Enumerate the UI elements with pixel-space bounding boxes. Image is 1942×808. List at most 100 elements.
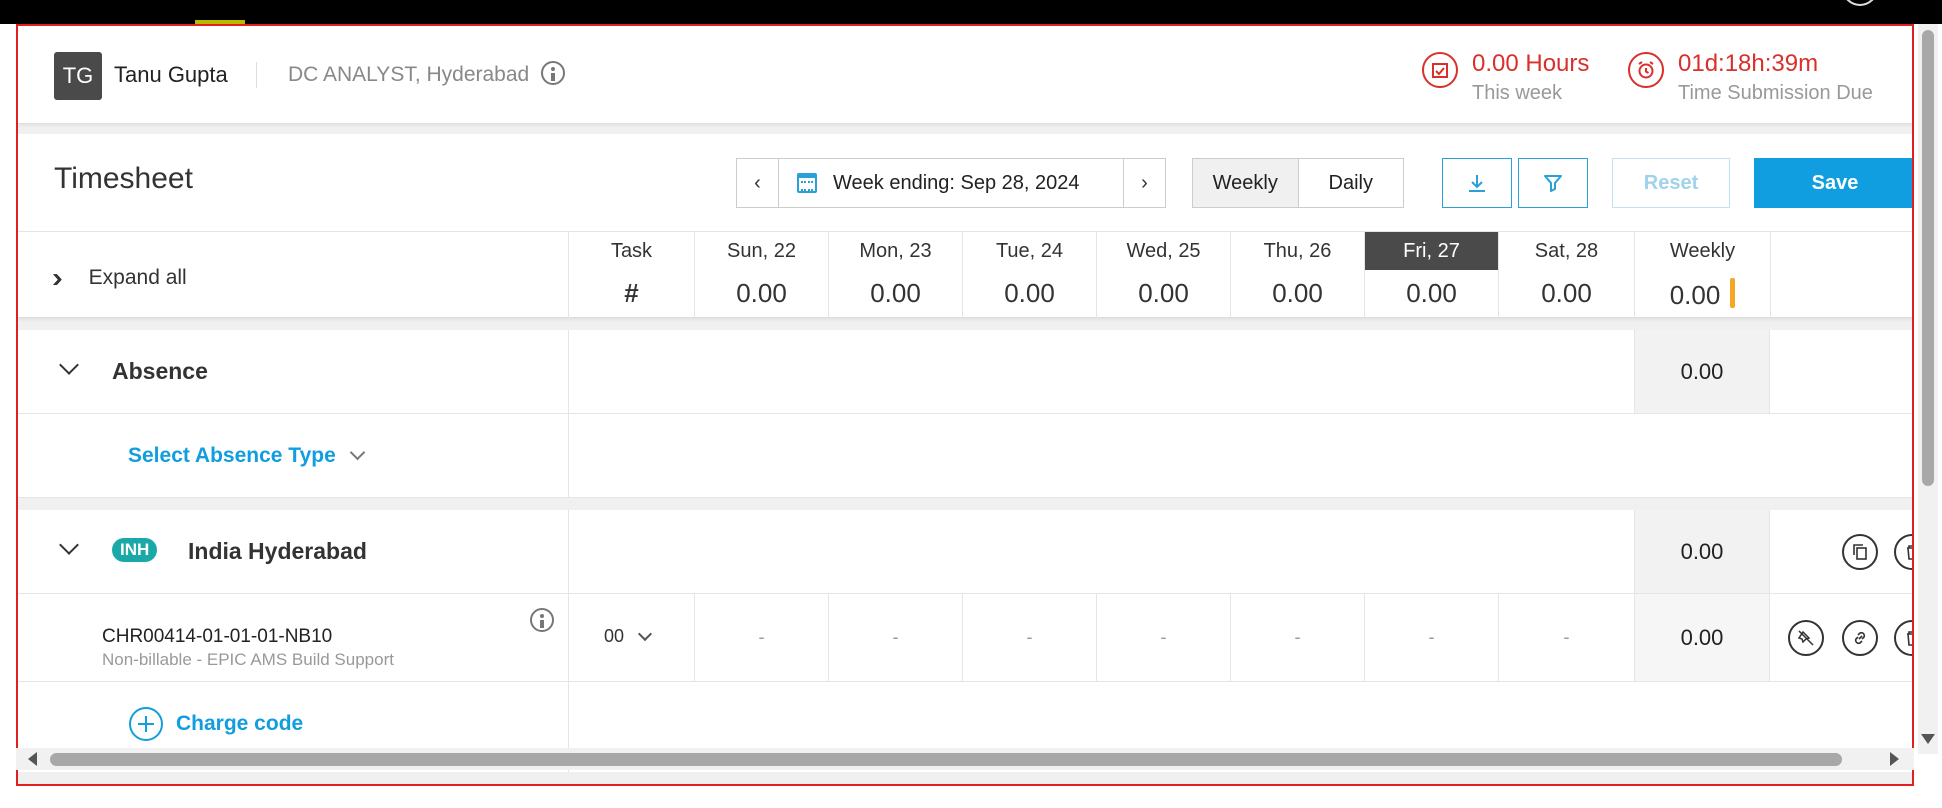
add-charge-code-button[interactable]: Charge code (128, 706, 303, 742)
horizontal-scroll-thumb[interactable] (50, 753, 1842, 766)
column-label: Mon, 23 (859, 240, 932, 262)
select-absence-type-dropdown[interactable]: Select Absence Type (128, 444, 366, 468)
column-label: Sat, 28 (1534, 240, 1599, 262)
column-total: 0.00 (1406, 278, 1457, 308)
day-hours-input[interactable]: - (828, 594, 962, 681)
copy-icon (1853, 544, 1867, 560)
timesheet-toolbar: Timesheet ‹ Week ending: Sep 28, 2024 › … (18, 134, 1912, 232)
save-button[interactable]: Save (1754, 158, 1912, 208)
week-navigator: ‹ Week ending: Sep 28, 2024 › (736, 158, 1166, 208)
column-total: 0.00 (1138, 278, 1189, 308)
day-column-header[interactable]: Mon, 23 0.00 (828, 232, 962, 318)
day-hours-input[interactable]: - (1230, 594, 1364, 681)
select-absence-type-label: Select Absence Type (128, 444, 336, 467)
chevron-down-icon[interactable] (59, 535, 79, 555)
day-hours-input[interactable]: - (1364, 594, 1498, 681)
divider (568, 330, 569, 413)
project-section-header[interactable]: INH India Hyderabad 0.00 (18, 510, 1912, 594)
weekly-view-button[interactable]: Weekly (1193, 159, 1299, 207)
info-icon[interactable] (530, 608, 554, 632)
column-label: Tue, 24 (995, 240, 1064, 262)
column-total: 0.00 (1004, 278, 1055, 308)
profile-menu-icon[interactable] (1842, 0, 1878, 6)
timesheet-page: TG Tanu Gupta DC ANALYST, Hyderabad 0.00… (16, 24, 1914, 786)
chevron-down-icon (637, 626, 653, 641)
project-title: India Hyderabad (188, 538, 367, 564)
unpin-button[interactable] (1788, 620, 1824, 656)
user-name: Tanu Gupta (114, 62, 228, 87)
column-total: 0.00 (870, 278, 921, 308)
column-header-row: ›› Expand all Task # Sun, 22 0.00 Mon, 2… (18, 232, 1912, 318)
absence-title: Absence (112, 358, 208, 384)
column-total: 0.00 (1541, 278, 1592, 308)
due-label: Time Submission Due (1678, 82, 1873, 104)
day-hours-input[interactable]: - (962, 594, 1096, 681)
download-button[interactable] (1442, 158, 1512, 208)
link-button[interactable] (1842, 620, 1878, 656)
trash-icon (1907, 631, 1912, 646)
chevron-down-icon[interactable] (59, 355, 79, 375)
day-column-header[interactable]: Tue, 24 0.00 (962, 232, 1096, 318)
expand-all-label: Expand all (88, 266, 187, 289)
hours-label: This week (1472, 82, 1563, 104)
expand-all-button[interactable]: ›› Expand all (52, 262, 187, 294)
reset-button[interactable]: Reset (1612, 158, 1730, 208)
day-column-header[interactable]: Sat, 28 0.00 (1498, 232, 1634, 318)
task-select-value: 00 (604, 626, 625, 646)
scroll-right-arrow[interactable] (1890, 752, 1899, 766)
copy-button[interactable] (1842, 534, 1878, 570)
task-row: CHR00414-01-01-01-NB10 Non-billable - EP… (18, 594, 1912, 682)
vertical-scroll-thumb[interactable] (1922, 30, 1934, 486)
weekly-column-header: Weekly 0.00 (1634, 232, 1770, 318)
previous-week-button[interactable]: ‹ (737, 159, 779, 207)
day-column-header[interactable]: Wed, 25 0.00 (1096, 232, 1230, 318)
scroll-left-arrow[interactable] (28, 752, 37, 766)
day-hours-input[interactable]: - (1498, 594, 1634, 681)
charge-code: CHR00414-01-01-01-NB10 (102, 626, 333, 647)
delete-button[interactable] (1894, 534, 1912, 570)
calendar-check-icon (1422, 52, 1458, 88)
chevron-left-icon: ‹ (754, 171, 761, 194)
week-ending-label: Week ending: Sep 28, 2024 (833, 171, 1080, 194)
charge-code-description: Non-billable - EPIC AMS Build Support (102, 650, 394, 669)
weekly-status-marker (1730, 278, 1736, 308)
info-icon[interactable] (541, 61, 566, 86)
column-label: Fri, 27 (1365, 232, 1498, 270)
scroll-down-arrow[interactable] (1921, 734, 1935, 744)
filter-button[interactable] (1518, 158, 1588, 208)
next-week-button[interactable]: › (1123, 159, 1165, 207)
project-badge: INH (112, 538, 158, 562)
plus-circle-icon (129, 707, 163, 741)
user-role: DC ANALYST, Hyderabad (288, 61, 566, 87)
absence-section-header[interactable]: Absence 0.00 (18, 330, 1912, 414)
task-select[interactable]: 00 (604, 626, 653, 647)
weekly-total: 0.00 (1635, 278, 1770, 311)
horizontal-scrollbar[interactable] (16, 748, 1914, 770)
day-column-header[interactable]: Thu, 26 0.00 (1230, 232, 1364, 318)
absence-weekly-total: 0.00 (1634, 330, 1770, 413)
alarm-clock-icon (1628, 52, 1664, 88)
day-hours-input[interactable]: - (694, 594, 828, 681)
divider (256, 62, 257, 88)
delete-button[interactable] (1894, 620, 1912, 656)
day-column-header-today[interactable]: Fri, 27 0.00 (1364, 232, 1498, 318)
chevron-down-icon (349, 444, 366, 460)
trash-icon (1907, 545, 1912, 560)
column-total: # (624, 278, 639, 308)
column-label: Sun, 22 (727, 240, 796, 262)
day-column-header[interactable]: Sun, 22 0.00 (694, 232, 828, 318)
day-hours-input[interactable]: - (1096, 594, 1230, 681)
profile-header: TG Tanu Gupta DC ANALYST, Hyderabad 0.00… (18, 26, 1912, 124)
link-icon (1854, 631, 1866, 645)
column-label: Wed, 25 (1126, 240, 1201, 262)
filter-icon (1544, 175, 1562, 192)
chevron-right-icon: › (1141, 171, 1148, 194)
vertical-scrollbar[interactable] (1918, 24, 1938, 754)
divider (568, 414, 569, 497)
top-app-bar (0, 0, 1942, 24)
divider (568, 510, 569, 593)
daily-view-button[interactable]: Daily (1299, 159, 1404, 207)
week-picker[interactable]: Week ending: Sep 28, 2024 (779, 159, 1123, 207)
divider (568, 594, 569, 681)
task-weekly-total: 0.00 (1634, 594, 1770, 681)
